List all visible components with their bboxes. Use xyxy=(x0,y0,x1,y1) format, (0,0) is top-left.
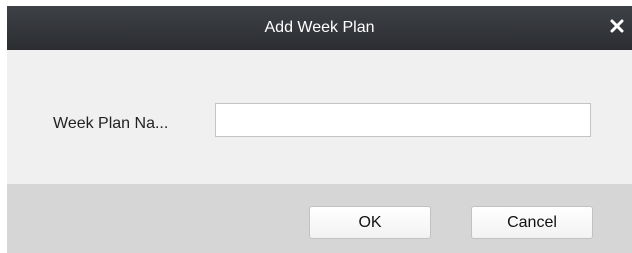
add-week-plan-dialog: Add Week Plan Week Plan Na... OK Cancel xyxy=(7,6,632,253)
cancel-button[interactable]: Cancel xyxy=(471,206,593,239)
week-plan-name-label: Week Plan Na... xyxy=(53,115,169,132)
dialog-titlebar: Add Week Plan xyxy=(7,6,632,50)
dialog-content: Week Plan Na... xyxy=(7,50,632,184)
week-plan-name-input[interactable] xyxy=(215,103,591,137)
ok-button[interactable]: OK xyxy=(309,206,431,239)
close-icon[interactable] xyxy=(607,16,627,36)
dialog-title: Add Week Plan xyxy=(264,19,375,36)
dialog-footer: OK Cancel xyxy=(7,184,632,253)
